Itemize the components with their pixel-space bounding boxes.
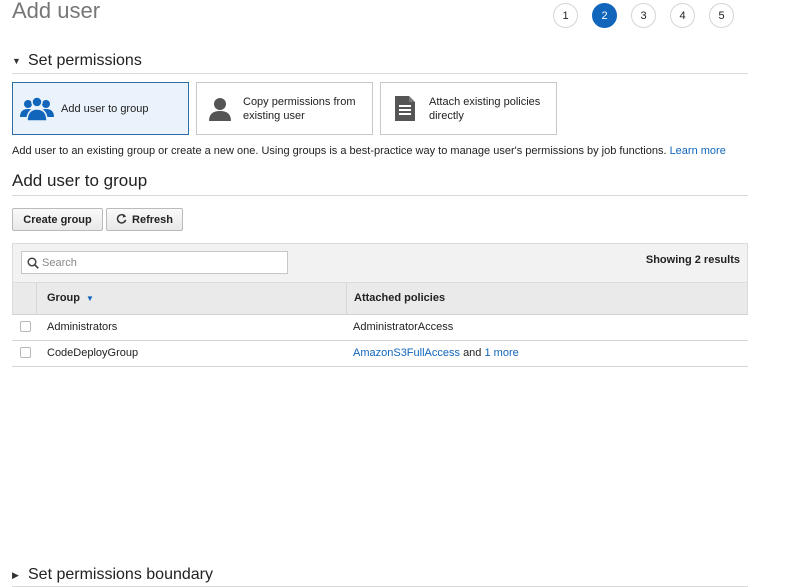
option-label: Attach existing policies directly [429,95,541,122]
document-icon [381,95,429,122]
group-link[interactable]: Administrators [47,321,117,333]
policies-joiner: and [463,347,482,359]
page-title: Add user [12,0,101,23]
refresh-label: Refresh [132,213,173,226]
column-header-group[interactable]: Group ▼ [47,292,94,304]
divider [12,195,748,196]
policy-link[interactable]: AdministratorAccess [353,321,453,333]
column-header-policies: Attached policies [354,292,446,304]
caret-down-icon: ▼ [12,56,21,66]
option-label: Add user to group [61,102,149,115]
step-2-active[interactable]: 2 [592,3,617,28]
policies-cell: AmazonS3FullAccess and 1 more [353,347,519,359]
refresh-button[interactable]: Refresh [106,208,183,231]
option-attach-policies[interactable]: Attach existing policies directly [380,82,557,135]
group-section-title: Add user to group [12,171,148,190]
option-add-user-to-group[interactable]: Add user to group [12,82,189,135]
row-checkbox[interactable] [20,321,31,332]
more-policies-link[interactable]: 1 more [484,347,518,359]
policy-link[interactable]: AmazonS3FullAccess [353,347,460,359]
step-1[interactable]: 1 [553,3,578,28]
row-checkbox[interactable] [20,347,31,358]
search-placeholder: Search [42,256,77,269]
results-count: Showing 2 results [645,254,740,266]
section-title: Set permissions boundary [28,566,213,583]
column-divider [346,283,347,314]
step-5[interactable]: 5 [709,3,734,28]
wizard-steps: 1 2 3 4 5 [553,3,734,28]
users-group-icon [13,95,61,122]
step-4[interactable]: 4 [670,3,695,28]
divider [12,73,748,74]
section-title: Set permissions [28,52,142,69]
create-group-button[interactable]: Create group [12,208,103,231]
column-divider [36,283,37,314]
caret-right-icon: ▶ [12,569,19,580]
permissions-description: Add user to an existing group or create … [12,145,726,157]
set-permissions-header[interactable]: ▼ Set permissions [12,52,142,70]
sort-desc-icon: ▼ [86,293,94,303]
learn-more-link[interactable]: Learn more [670,145,726,157]
option-copy-permissions[interactable]: Copy permissions from existing user [196,82,373,135]
option-label: Copy permissions from existing user [243,95,356,122]
group-link[interactable]: CodeDeployGroup [47,347,138,359]
user-icon [197,96,243,122]
search-icon [27,256,39,269]
set-permissions-boundary-header[interactable]: ▶ Set permissions boundary [12,566,213,584]
search-input[interactable]: Search [21,251,288,274]
refresh-icon [116,213,127,227]
step-3[interactable]: 3 [631,3,656,28]
